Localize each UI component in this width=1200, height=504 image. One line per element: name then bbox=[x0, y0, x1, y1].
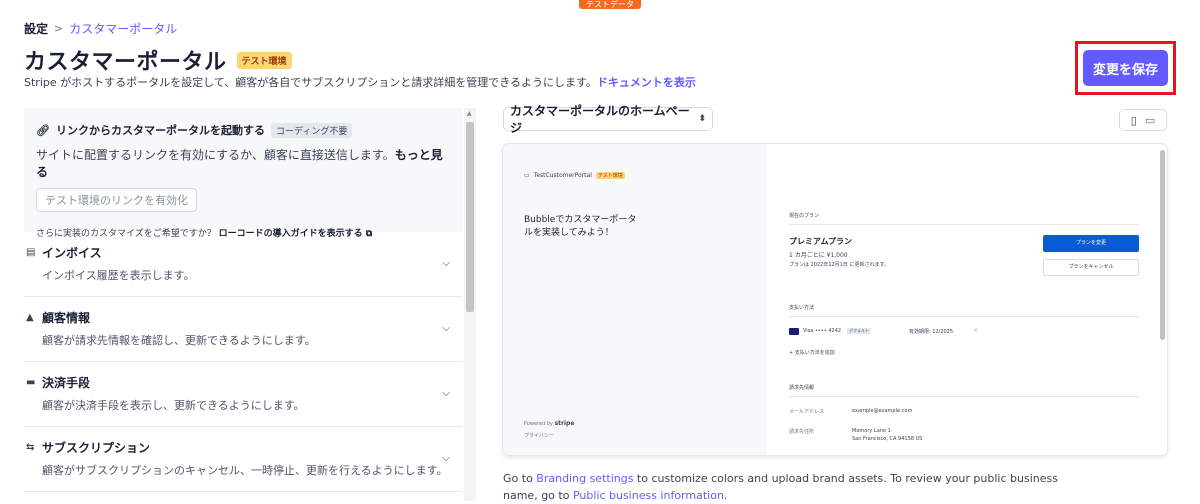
select-arrows-icon: ⬍ bbox=[698, 114, 706, 124]
footer-text-3: . bbox=[723, 489, 728, 502]
scroll-up-icon[interactable]: ▲ bbox=[467, 110, 472, 117]
section-subscriptions-title: サブスクリプション bbox=[42, 441, 151, 455]
branding-settings-link[interactable]: Branding settings bbox=[536, 472, 633, 485]
section-customer-info-description: 顧客が請求先情報を確認し、更新できるようにします。 bbox=[42, 334, 316, 347]
plan-renewal: プランは 2022年12月1日 に更新されます。 bbox=[789, 262, 889, 268]
settings-scrollbar[interactable]: ▲ bbox=[464, 108, 476, 501]
section-invoices-title: インボイス bbox=[42, 246, 102, 260]
section-payment-methods[interactable]: ▬ 決済手段 顧客が決済手段を表示し、更新できるようにします。 ⌵ bbox=[24, 362, 462, 427]
powered-by-stripe: Powered by stripe bbox=[524, 420, 574, 427]
launch-link-header: 🔗︎ リンクからカスタマーポータルを起動する コーディング不要 bbox=[36, 122, 450, 138]
launch-link-title: リンクからカスタマーポータルを起動する bbox=[55, 124, 265, 137]
section-subscriptions[interactable]: ⇆ サブスクリプション 顧客がサブスクリプションのキャンセル、一時停止、更新を行え… bbox=[24, 427, 462, 492]
section-subscriptions-description: 顧客がサブスクリプションのキャンセル、一時停止、更新を行えるようにします。 bbox=[42, 464, 448, 477]
link-icon: 🔗︎ bbox=[36, 123, 50, 137]
divider bbox=[789, 396, 1139, 397]
privacy-link: プライバシー bbox=[524, 433, 554, 439]
view-docs-link[interactable]: ドキュメントを表示 bbox=[597, 76, 696, 89]
scrollbar-thumb[interactable] bbox=[466, 122, 474, 312]
section-invoices-description: インボイス履歴を表示します。 bbox=[42, 269, 195, 282]
cancel-plan-button: プランをキャンセル bbox=[1043, 259, 1139, 276]
preview-main: 現在のプラン プレミアムプラン 1 カ月ごとに ¥1,000 プランは 2022… bbox=[767, 144, 1167, 455]
breadcrumb-separator: > bbox=[54, 22, 64, 35]
breadcrumb: 設定 > カスタマーポータル bbox=[24, 20, 177, 37]
chevron-down-icon[interactable]: ⌵ bbox=[442, 258, 450, 269]
divider bbox=[789, 316, 1139, 317]
preview-sidebar: ▭ TestCustomerPortal テスト環境 Bubbleでカスタマーポ… bbox=[503, 144, 767, 455]
test-data-banner: テストデータ bbox=[579, 0, 641, 9]
stripe-logo: stripe bbox=[554, 420, 575, 427]
subtitle-text: Stripe がホストするポータルを設定して、顧客が各自でサブスクリプションと請… bbox=[24, 76, 597, 89]
section-payment-methods-title: 決済手段 bbox=[42, 376, 91, 390]
page-subtitle: Stripe がホストするポータルを設定して、顧客が各自でサブスクリプションと請… bbox=[24, 74, 696, 90]
store-icon: ▭ bbox=[524, 172, 530, 179]
remove-card-icon: × bbox=[973, 327, 979, 334]
card-default-badge: デフォルト bbox=[847, 328, 871, 334]
user-icon: ▲ bbox=[26, 312, 34, 323]
invoice-icon: ▤ bbox=[26, 247, 36, 258]
subscription-icon: ⇆ bbox=[26, 442, 35, 453]
card-number: Visa •••• 4242 bbox=[803, 328, 842, 334]
payment-method-label: 支払い方法 bbox=[789, 305, 815, 311]
preview-promo-text: Bubbleでカスタマーポータルを実装してみよう！ bbox=[524, 215, 637, 238]
footer-text-1: Go to bbox=[503, 472, 537, 485]
desktop-icon[interactable]: ▭ bbox=[1145, 114, 1155, 127]
preview-shop-header: ▭ TestCustomerPortal テスト環境 bbox=[524, 172, 625, 179]
public-business-info-link[interactable]: Public business information bbox=[573, 489, 724, 502]
card-expiry: 有効期限: 12/2025 bbox=[909, 329, 954, 335]
page-title: カスタマーポータル bbox=[24, 50, 227, 75]
card-icon: ▬ bbox=[26, 377, 36, 388]
email-label: メールアドレス bbox=[789, 409, 825, 415]
preview-shop-name: TestCustomerPortal bbox=[533, 172, 592, 179]
title-row: カスタマーポータル テスト環境 bbox=[24, 44, 292, 76]
address-label: 請求先住所 bbox=[789, 429, 815, 435]
divider bbox=[789, 224, 1139, 225]
breadcrumb-settings[interactable]: 設定 bbox=[24, 20, 48, 37]
launch-link-section: 🔗︎ リンクからカスタマーポータルを起動する コーディング不要 サイトに配置する… bbox=[24, 108, 462, 239]
plan-name: プレミアムプラン bbox=[789, 237, 852, 246]
settings-panel: 🔗︎ リンクからカスタマーポータルを起動する コーディング不要 サイトに配置する… bbox=[24, 108, 462, 501]
change-plan-button: プランを変更 bbox=[1043, 235, 1139, 252]
breadcrumb-customer-portal[interactable]: カスタマーポータル bbox=[69, 20, 177, 37]
address-line1: Memory Lane 1 bbox=[852, 428, 891, 434]
section-customer-info-title: 顧客情報 bbox=[42, 311, 91, 325]
powered-by-text: Powered by bbox=[524, 421, 553, 427]
address-line2: San Francisco, CA 94158 US bbox=[852, 436, 923, 442]
section-customer-info[interactable]: ▲ 顧客情報 顧客が請求先情報を確認し、更新できるようにします。 ⌵ bbox=[24, 297, 462, 362]
plan-price: 1 カ月ごとに ¥1,000 bbox=[789, 252, 848, 259]
preview-test-badge: テスト環境 bbox=[595, 172, 625, 179]
billing-info-label: 請求先情報 bbox=[789, 385, 815, 391]
portal-preview-frame: ▭ TestCustomerPortal テスト環境 Bubbleでカスタマーポ… bbox=[503, 144, 1167, 455]
enable-test-link-button[interactable]: テスト環境のリンクを有効化 bbox=[36, 188, 197, 212]
save-changes-button[interactable]: 変更を保存 bbox=[1083, 50, 1168, 86]
no-code-badge: コーディング不要 bbox=[270, 122, 353, 138]
preview-scrollbar[interactable] bbox=[1160, 150, 1165, 340]
chevron-down-icon[interactable]: ⌵ bbox=[442, 323, 450, 334]
add-payment-method: + 支払い方法を追加 bbox=[789, 350, 835, 356]
chevron-down-icon[interactable]: ⌵ bbox=[442, 388, 450, 399]
email-value: example@example.com bbox=[852, 408, 913, 414]
chevron-down-icon[interactable]: ⌵ bbox=[442, 453, 450, 464]
test-env-badge: テスト環境 bbox=[236, 51, 292, 69]
current-plan-label: 現在のプラン bbox=[789, 213, 820, 219]
section-payment-methods-description: 顧客が決済手段を表示し、更新できるようにします。 bbox=[42, 399, 305, 412]
preview-page-select[interactable]: カスタマーポータルのホームページ ⬍ bbox=[503, 104, 713, 135]
device-toggle: ▯ ▭ bbox=[1119, 109, 1167, 131]
launch-description-text: サイトに配置するリンクを有効にするか、顧客に直接送信します。 bbox=[36, 148, 395, 162]
section-invoices[interactable]: ▤ インボイス インボイス履歴を表示します。 ⌵ bbox=[24, 232, 462, 297]
visa-card-icon bbox=[789, 328, 799, 335]
mobile-icon[interactable]: ▯ bbox=[1131, 114, 1137, 127]
launch-link-description: サイトに配置するリンクを有効にするか、顧客に直接送信します。もっと見る bbox=[36, 146, 450, 180]
preview-page-select-value: カスタマーポータルのホームページ bbox=[510, 104, 690, 135]
branding-footer-note: Go to Branding settings to customize col… bbox=[503, 470, 1063, 504]
